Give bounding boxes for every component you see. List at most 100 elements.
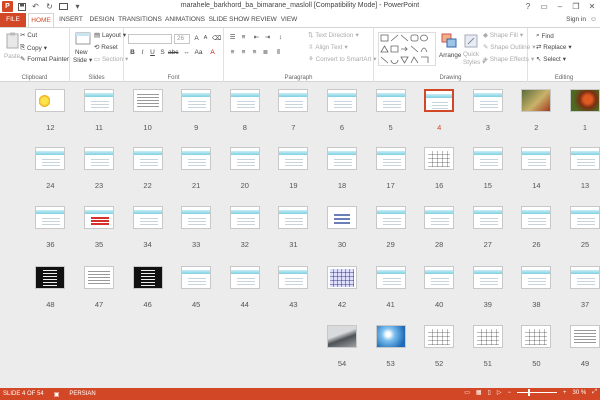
slide-thumbnail[interactable] xyxy=(132,147,163,170)
slide-thumbnail[interactable] xyxy=(375,325,406,348)
ribbon-display-icon[interactable]: ▭ xyxy=(536,0,552,12)
clear-format-icon[interactable]: ⌫ xyxy=(212,34,221,43)
help-icon[interactable]: ? xyxy=(520,0,536,12)
tab-slide-show[interactable]: SLIDE SHOW xyxy=(208,13,250,27)
change-case-icon[interactable]: Aa xyxy=(194,48,203,57)
zoom-slider[interactable] xyxy=(516,389,557,396)
slide-thumbnail[interactable] xyxy=(35,89,66,112)
slide-thumbnail[interactable] xyxy=(84,206,114,229)
font-size-field[interactable]: 26 xyxy=(174,34,190,44)
slide-thumbnail[interactable] xyxy=(278,89,309,112)
format-painter-button[interactable]: ✎ Format Painter xyxy=(20,56,69,63)
slide-thumbnail[interactable] xyxy=(84,147,114,170)
slide-thumbnail[interactable] xyxy=(472,89,503,112)
char-spacing-icon[interactable]: ↔ xyxy=(182,48,191,57)
slide-thumbnail[interactable] xyxy=(278,266,309,289)
slide-thumbnail[interactable] xyxy=(472,266,503,289)
slide-thumbnail[interactable] xyxy=(84,89,114,112)
zoom-slider-thumb[interactable] xyxy=(528,389,531,396)
shape-effects-button[interactable]: ◈ Shape Effects ▾ xyxy=(483,56,534,63)
bold-icon[interactable]: B xyxy=(128,48,137,57)
decrease-indent-icon[interactable]: ⇤ xyxy=(252,33,261,42)
quick-styles-icon[interactable] xyxy=(462,32,480,50)
tab-file[interactable]: FILE xyxy=(0,13,26,27)
columns-icon[interactable]: ⫴ xyxy=(274,48,283,57)
slide-thumbnail[interactable] xyxy=(424,147,455,170)
normal-view-icon[interactable]: ▭ xyxy=(464,389,470,396)
grow-font-icon[interactable]: A xyxy=(192,34,201,43)
slide-thumbnail[interactable] xyxy=(521,89,552,112)
bullets-icon[interactable]: ☰ xyxy=(228,33,237,42)
zoom-in-icon[interactable]: + xyxy=(563,390,567,396)
convert-smartart-button[interactable]: ⚘ Convert to SmartArt ▾ xyxy=(308,56,376,63)
arrange-button[interactable]: Arrange xyxy=(439,52,461,59)
shadow-icon[interactable]: S xyxy=(158,48,167,57)
slide-sorter-icon[interactable]: ▦ xyxy=(476,389,482,396)
slide-thumbnail[interactable] xyxy=(132,266,163,289)
copy-button[interactable]: ⎘ Copy ▾ xyxy=(20,44,47,52)
slide-thumbnail[interactable] xyxy=(181,147,212,170)
slideshow-view-icon[interactable]: ▷ xyxy=(497,389,502,396)
cut-button[interactable]: ✂ Cut xyxy=(20,32,37,39)
slide-thumbnail[interactable] xyxy=(570,325,600,348)
slide-thumbnail[interactable] xyxy=(35,266,66,289)
new-slide-button[interactable]: New xyxy=(75,49,88,56)
slide-thumbnail[interactable] xyxy=(521,206,552,229)
slide-thumbnail[interactable] xyxy=(375,89,406,112)
tab-review[interactable]: REVIEW xyxy=(251,13,277,27)
align-left-icon[interactable]: ≡ xyxy=(228,48,237,57)
language-indicator[interactable]: PERSIAN xyxy=(69,391,95,397)
tab-home[interactable]: HOME xyxy=(28,13,54,27)
slide-thumbnail[interactable] xyxy=(327,325,357,348)
quick-styles-label[interactable]: Quick xyxy=(463,51,479,58)
close-button[interactable]: ✕ xyxy=(584,0,600,12)
tab-design[interactable]: DESIGN xyxy=(87,13,117,27)
slide-thumbnail[interactable] xyxy=(229,89,260,112)
slide-thumbnail[interactable] xyxy=(84,266,114,289)
slide-thumbnail[interactable] xyxy=(132,89,163,112)
slide-thumbnail[interactable] xyxy=(229,266,260,289)
paste-button[interactable]: Paste xyxy=(4,53,20,60)
new-slide-dropdown[interactable]: Slide ▾ xyxy=(73,57,92,64)
shapes-gallery[interactable] xyxy=(378,32,436,66)
slide-thumbnail[interactable] xyxy=(229,147,260,170)
slide-thumbnail[interactable] xyxy=(521,325,552,348)
underline-icon[interactable]: U xyxy=(148,48,157,57)
zoom-out-icon[interactable]: − xyxy=(507,390,511,396)
slide-thumbnail[interactable] xyxy=(327,206,357,229)
align-right-icon[interactable]: ≡ xyxy=(250,48,259,57)
reset-button[interactable]: ⟲ Reset xyxy=(94,44,118,51)
strikethrough-icon[interactable]: abc xyxy=(168,48,178,57)
tab-view[interactable]: VIEW xyxy=(278,13,300,27)
reading-view-icon[interactable]: ▯ xyxy=(488,389,491,396)
slide-thumbnail[interactable] xyxy=(521,266,552,289)
italic-icon[interactable]: I xyxy=(138,48,147,57)
justify-icon[interactable]: ≣ xyxy=(261,48,270,57)
slide-thumbnail[interactable] xyxy=(521,147,552,170)
slide-thumbnail[interactable] xyxy=(472,206,503,229)
slide-thumbnail[interactable] xyxy=(278,206,309,229)
slide-thumbnail[interactable] xyxy=(181,89,212,112)
find-button[interactable]: ⌕ Find xyxy=(536,32,554,40)
tab-animations[interactable]: ANIMATIONS xyxy=(163,13,207,27)
slide-thumbnail[interactable] xyxy=(278,147,309,170)
increase-indent-icon[interactable]: ⇥ xyxy=(263,33,272,42)
slide-thumbnail[interactable] xyxy=(570,89,600,112)
slide-thumbnail[interactable] xyxy=(375,266,406,289)
zoom-level[interactable]: 30 % xyxy=(573,390,587,396)
arrange-icon[interactable] xyxy=(440,32,458,50)
slide-thumbnail[interactable] xyxy=(35,147,66,170)
text-direction-button[interactable]: ⇅ Text Direction ▾ xyxy=(308,32,359,39)
slide-thumbnail[interactable] xyxy=(181,266,212,289)
slide-thumbnail[interactable] xyxy=(229,206,260,229)
align-text-button[interactable]: ⇳ Align Text ▾ xyxy=(308,44,348,51)
quick-styles-button[interactable]: Styles ▾ xyxy=(463,59,485,66)
slide-thumbnail[interactable] xyxy=(424,206,455,229)
slide-thumbnail[interactable] xyxy=(327,147,357,170)
shrink-font-icon[interactable]: A xyxy=(201,34,210,43)
font-color-icon[interactable]: A xyxy=(208,48,217,57)
minimize-button[interactable]: – xyxy=(552,0,568,12)
slide-thumbnail[interactable] xyxy=(132,206,163,229)
font-name-field[interactable] xyxy=(128,34,172,44)
slide-sorter-view[interactable]: 1 2 3 4 5 6 7 8 9 10 11 12 13 14 15 16 17 18 19 20 21 22 23 24 2… xyxy=(0,82,600,388)
